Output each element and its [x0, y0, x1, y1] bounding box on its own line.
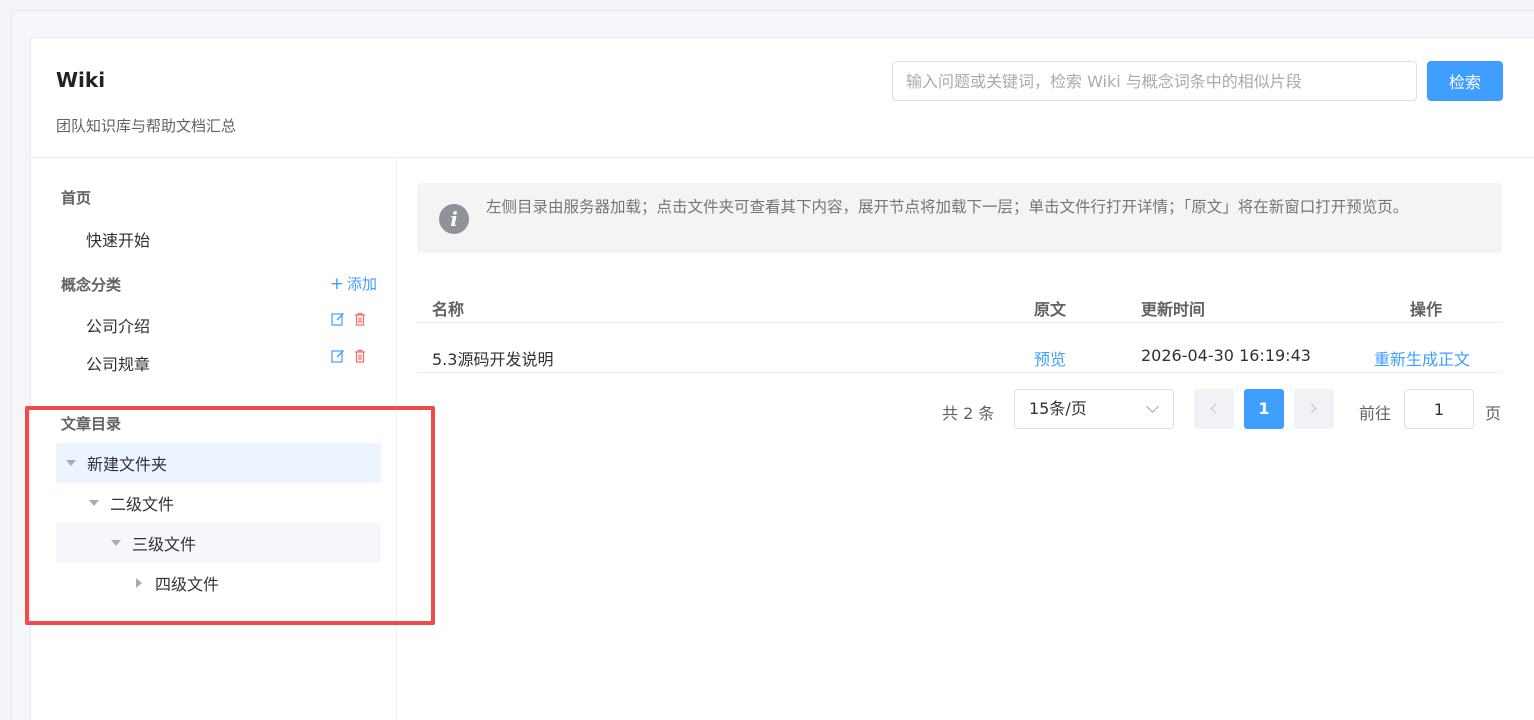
plus-icon: +: [329, 274, 344, 294]
prev-page-button[interactable]: [1194, 389, 1234, 429]
tree-node-level3[interactable]: 三级文件: [56, 523, 381, 563]
search-input[interactable]: [892, 61, 1417, 101]
page-number-current[interactable]: 1: [1244, 389, 1284, 429]
next-page-button[interactable]: [1294, 389, 1334, 429]
regenerate-link[interactable]: 重新生成正文: [1374, 346, 1470, 370]
caret-down-icon[interactable]: [89, 500, 99, 506]
tree-node-label: 四级文件: [155, 575, 220, 594]
pagination-total: 共 2 条: [942, 404, 995, 423]
notice-text: 左侧目录由服务器加载；点击文件夹可查看其下内容，展开节点将加载下一层；单击文件行…: [486, 198, 1409, 216]
caret-right-icon[interactable]: [136, 578, 142, 588]
column-header-source: 原文: [1034, 300, 1067, 319]
row-divider: [417, 372, 1502, 373]
caret-down-icon[interactable]: [66, 460, 76, 466]
tree-node-level4[interactable]: 四级文件: [56, 563, 381, 603]
goto-label: 前往: [1359, 404, 1392, 423]
tree-node-label: 二级文件: [110, 495, 175, 514]
concept-heading: 概念分类: [61, 276, 122, 294]
cell-file-name[interactable]: 5.3源码开发说明: [432, 346, 553, 370]
wiki-card: Wiki 团队知识库与帮助文档汇总 检索 首页 快速开始 概念分类 +添加 公司…: [30, 37, 1534, 720]
edit-icon[interactable]: [331, 349, 345, 363]
sidebar: 首页 快速开始 概念分类 + 添加 公司介绍 公司规章 文章目录 新建文件夹 二…: [31, 159, 397, 720]
page-subtitle: 团队知识库与帮助文档汇总: [56, 117, 237, 135]
sidebar-item-concept[interactable]: 公司介绍: [86, 313, 150, 337]
page-size-select[interactable]: 15条/页: [1014, 389, 1174, 429]
page-size-value: 15条/页: [1029, 399, 1087, 418]
tree-node-level2[interactable]: 二级文件: [56, 483, 381, 523]
delete-icon[interactable]: [353, 312, 367, 326]
page-suffix: 页: [1485, 404, 1502, 423]
add-concept-button[interactable]: + 添加: [330, 273, 377, 294]
tree-node-label: 新建文件夹: [87, 455, 168, 474]
chevron-right-icon: [1306, 403, 1317, 414]
tree-node-folder[interactable]: 新建文件夹: [56, 443, 381, 483]
search-button[interactable]: 检索: [1427, 61, 1503, 101]
catalog-heading: 文章目录: [61, 415, 122, 433]
chevron-left-icon: [1210, 403, 1221, 414]
page-title: Wiki: [56, 68, 106, 92]
column-header-updated: 更新时间: [1141, 300, 1206, 319]
column-header-action: 操作: [1410, 300, 1443, 319]
sidebar-item-concept[interactable]: 公司规章: [86, 351, 150, 375]
home-heading: 首页: [61, 189, 92, 207]
header: Wiki 团队知识库与帮助文档汇总 检索: [31, 38, 1534, 158]
add-label: 添加: [346, 275, 377, 293]
info-icon: i: [439, 204, 469, 234]
header-divider: [417, 322, 1502, 323]
delete-icon[interactable]: [353, 349, 367, 363]
caret-down-icon[interactable]: [111, 540, 121, 546]
chevron-down-icon: [1146, 400, 1159, 413]
column-header-name: 名称: [432, 300, 465, 319]
edit-icon[interactable]: [331, 312, 345, 326]
sidebar-item-quick-start[interactable]: 快速开始: [86, 227, 150, 251]
goto-page-input[interactable]: [1404, 389, 1474, 429]
info-notice: i 左侧目录由服务器加载；点击文件夹可查看其下内容，展开节点将加载下一层；单击文…: [417, 183, 1502, 253]
cell-updated-time: 2026-04-30 16:19:43: [1141, 346, 1311, 365]
tree-node-label: 三级文件: [132, 535, 197, 554]
preview-link[interactable]: 预览: [1034, 346, 1066, 370]
